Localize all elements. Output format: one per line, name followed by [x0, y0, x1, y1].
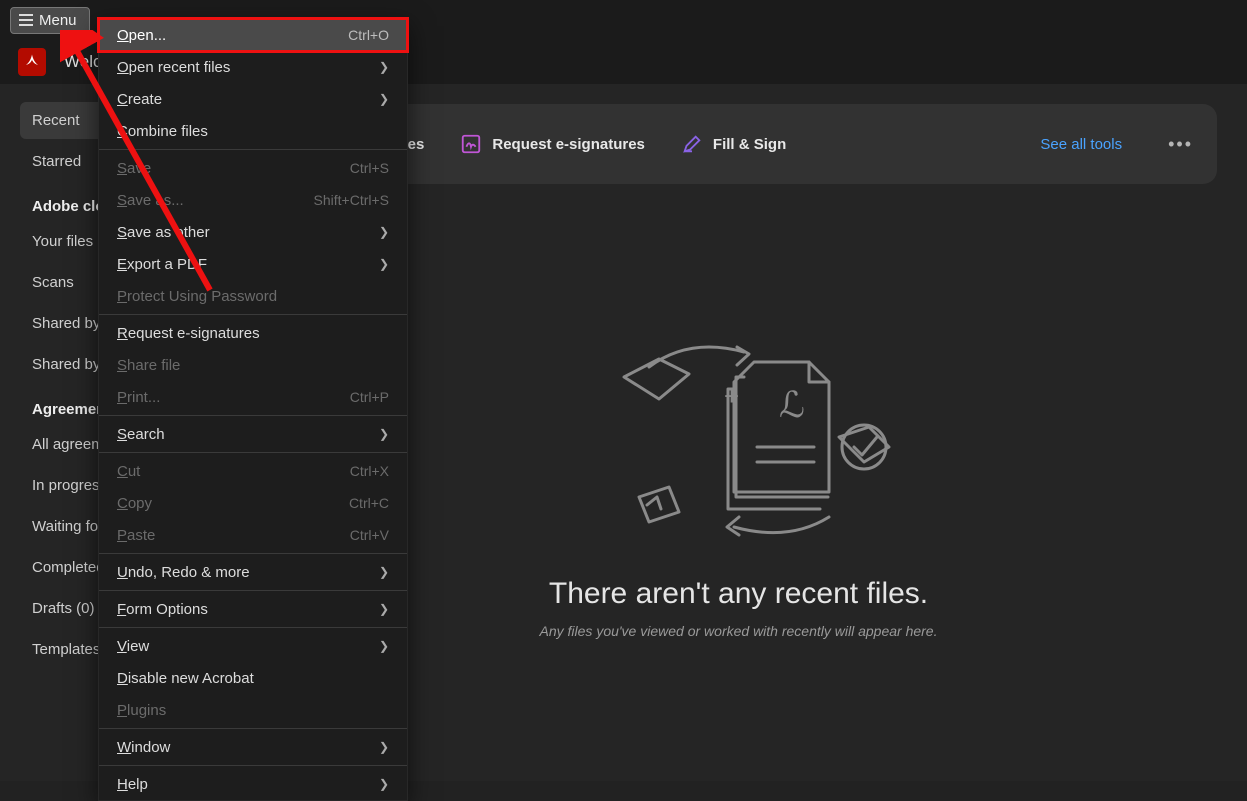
menu-separator [99, 452, 407, 453]
menu-item-label: Plugins [117, 702, 166, 719]
menu-shortcut: Ctrl+P [350, 389, 389, 405]
menu-item-label: Save as other [117, 224, 210, 241]
menu-item-form-options[interactable]: Form Options ❯ [99, 593, 407, 625]
menu-separator [99, 149, 407, 150]
menu-button-label: Menu [39, 12, 77, 29]
chevron-right-icon: ❯ [379, 257, 389, 271]
chevron-right-icon: ❯ [379, 602, 389, 616]
see-all-tools-link[interactable]: See all tools [1040, 136, 1122, 153]
menu-item-plugins: Plugins [99, 694, 407, 726]
menu-separator [99, 765, 407, 766]
menu-item-save-as: Save as... Shift+Ctrl+S [99, 184, 407, 216]
acrobat-logo-icon [23, 53, 41, 71]
menu-item-label: Open... [117, 27, 166, 44]
menu-item-window[interactable]: Window ❯ [99, 731, 407, 763]
menu-item-view[interactable]: View ❯ [99, 630, 407, 662]
menu-item-label: Protect Using Password [117, 288, 277, 305]
menu-item-label: Form Options [117, 601, 208, 618]
tool-label: Request e-signatures [492, 136, 645, 153]
menu-item-cut: Cut Ctrl+X [99, 455, 407, 487]
menu-item-export-a-pdf[interactable]: Export a PDF ❯ [99, 248, 407, 280]
menu-button[interactable]: Menu [10, 7, 90, 34]
menu-item-label: Undo, Redo & more [117, 564, 250, 581]
menu-item-open-recent-files[interactable]: Open recent files ❯ [99, 51, 407, 83]
menu-item-label: Request e-signatures [117, 325, 260, 342]
menu-item-label: Save as... [117, 192, 184, 209]
svg-text:ℒ: ℒ [779, 384, 805, 425]
menu-separator [99, 627, 407, 628]
empty-state-illustration: ℒ + [579, 327, 899, 547]
menu-item-search[interactable]: Search ❯ [99, 418, 407, 450]
acrobat-app-icon [18, 48, 46, 76]
menu-separator [99, 553, 407, 554]
more-options-icon[interactable]: ••• [1168, 134, 1193, 155]
chevron-right-icon: ❯ [379, 60, 389, 74]
menu-item-label: Create [117, 91, 162, 108]
menu-item-undo-redo-more[interactable]: Undo, Redo & more ❯ [99, 556, 407, 588]
menu-item-print: Print... Ctrl+P [99, 381, 407, 413]
menu-item-protect-using-password: Protect Using Password [99, 280, 407, 312]
tool-fillsign[interactable]: Fill & Sign [681, 133, 786, 155]
menu-item-label: Print... [117, 389, 160, 406]
menu-item-label: Export a PDF [117, 256, 207, 273]
menu-item-request-e-signatures[interactable]: Request e-signatures [99, 317, 407, 349]
menu-item-save-as-other[interactable]: Save as other ❯ [99, 216, 407, 248]
chevron-right-icon: ❯ [379, 225, 389, 239]
menu-shortcut: Ctrl+O [348, 27, 389, 43]
tool-request[interactable]: Request e-signatures [460, 133, 645, 155]
tool-label: Fill & Sign [713, 136, 786, 153]
chevron-right-icon: ❯ [379, 777, 389, 791]
menu-shortcut: Ctrl+V [350, 527, 389, 543]
menu-item-copy: Copy Ctrl+C [99, 487, 407, 519]
menu-shortcut: Ctrl+C [349, 495, 389, 511]
menu-item-label: Window [117, 739, 170, 756]
chevron-right-icon: ❯ [379, 565, 389, 579]
menu-item-label: Open recent files [117, 59, 230, 76]
chevron-right-icon: ❯ [379, 427, 389, 441]
menu-shortcut: Shift+Ctrl+S [314, 192, 389, 208]
menu-item-label: Disable new Acrobat [117, 670, 254, 687]
empty-subtitle: Any files you've viewed or worked with r… [540, 623, 938, 639]
menu-item-help[interactable]: Help ❯ [99, 768, 407, 800]
menu-item-label: Share file [117, 357, 180, 374]
svg-text:+: + [724, 381, 739, 411]
pencil-icon [681, 133, 703, 155]
menu-item-open[interactable]: Open... Ctrl+O [99, 19, 407, 51]
menu-item-disable-new-acrobat[interactable]: Disable new Acrobat [99, 662, 407, 694]
menu-item-create[interactable]: Create ❯ [99, 83, 407, 115]
menu-shortcut: Ctrl+X [350, 463, 389, 479]
menu-item-label: Save [117, 160, 151, 177]
menu-item-label: Combine files [117, 123, 208, 140]
hamburger-icon [19, 14, 33, 26]
menu-separator [99, 590, 407, 591]
menu-separator [99, 415, 407, 416]
signature-icon [460, 133, 482, 155]
empty-title: There aren't any recent files. [549, 577, 928, 611]
menu-separator [99, 314, 407, 315]
chevron-right-icon: ❯ [379, 92, 389, 106]
chevron-right-icon: ❯ [379, 740, 389, 754]
menu-item-label: Help [117, 776, 148, 793]
menu-item-label: Cut [117, 463, 140, 480]
menu-item-paste: Paste Ctrl+V [99, 519, 407, 551]
menu-item-label: Paste [117, 527, 155, 544]
menu-item-label: Copy [117, 495, 152, 512]
menu-separator [99, 728, 407, 729]
chevron-right-icon: ❯ [379, 639, 389, 653]
menu-item-save: Save Ctrl+S [99, 152, 407, 184]
menu-item-label: View [117, 638, 149, 655]
menu-item-combine-files[interactable]: Combine files [99, 115, 407, 147]
menu-item-share-file: Share file [99, 349, 407, 381]
menu-shortcut: Ctrl+S [350, 160, 389, 176]
tools-toolbar: Combine filesRequest e-signaturesFill & … [270, 104, 1217, 184]
menu-item-label: Search [117, 426, 165, 443]
main-menu-dropdown[interactable]: Open... Ctrl+O Open recent files ❯ Create ❯ Co… [98, 18, 408, 801]
